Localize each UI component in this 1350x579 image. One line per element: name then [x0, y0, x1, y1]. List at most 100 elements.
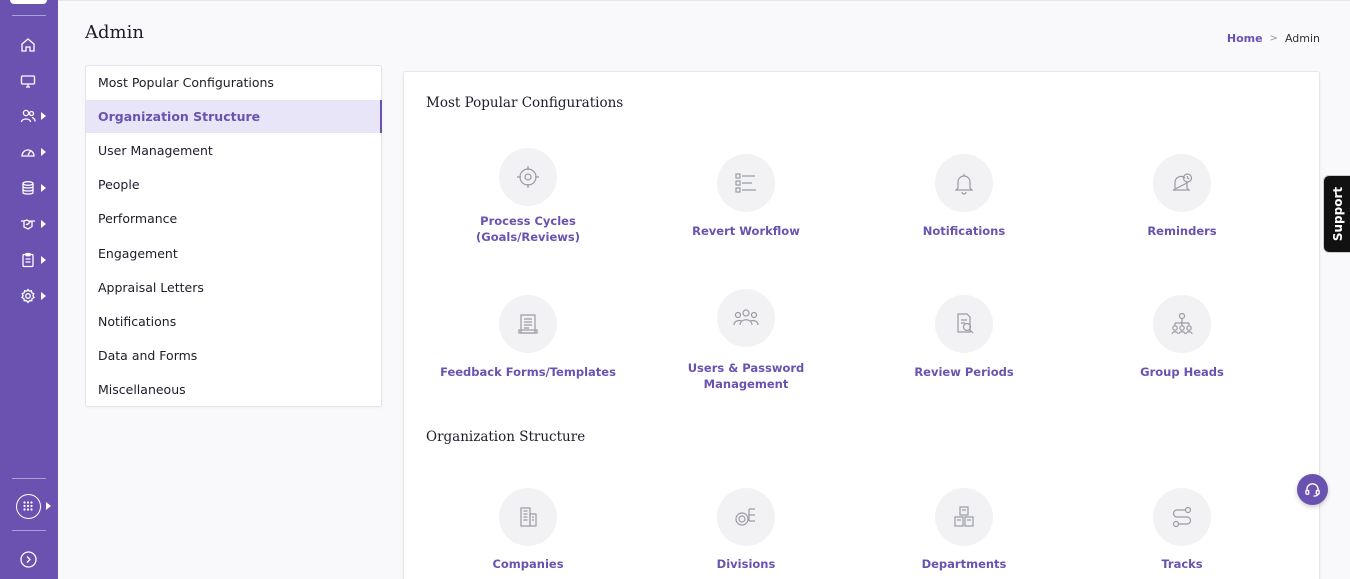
tile-icon-circle [717, 154, 775, 212]
tile-label-line1: Process Cycles [480, 214, 576, 228]
hierarchy-icon [1171, 312, 1193, 335]
rail-database[interactable] [0, 173, 58, 203]
tile-icon-circle [717, 488, 775, 546]
expand-caret-icon [41, 184, 46, 192]
tile-label: Group Heads [1140, 365, 1224, 379]
tile-icon-circle [499, 488, 557, 546]
rail-divider [12, 530, 46, 531]
tile-divisions[interactable]: Divisions [646, 488, 846, 578]
review-document-icon [957, 313, 974, 334]
breadcrumb-home-link[interactable]: Home [1227, 32, 1263, 45]
bell-clock-icon [1172, 173, 1193, 191]
expand-caret-icon [41, 148, 46, 156]
support-tab[interactable]: Support [1323, 175, 1350, 253]
tile-review-periods[interactable]: Review Periods [864, 295, 1064, 385]
menu-item-notifications[interactable]: Notifications [86, 305, 382, 338]
tile-icon-circle [1153, 488, 1211, 546]
rail-monitor[interactable] [0, 66, 58, 96]
settings-gear-icon [21, 288, 35, 304]
menu-item-most-popular[interactable]: Most Popular Configurations [86, 66, 382, 99]
tile-label: Departments [921, 557, 1007, 571]
menu-item-people[interactable]: People [86, 168, 382, 201]
tile-label: Notifications [922, 224, 1006, 238]
section-title-organization-structure: Organization Structure [426, 429, 586, 445]
rail-home[interactable] [0, 30, 58, 60]
tile-group-heads[interactable]: Group Heads [1082, 295, 1282, 385]
tile-departments[interactable]: Departments [864, 488, 1064, 578]
support-tab-label: Support [1331, 186, 1346, 242]
grid-apps-icon [23, 501, 33, 511]
apps-launcher-button[interactable] [16, 494, 41, 519]
rail-clipboard[interactable] [0, 245, 58, 275]
menu-item-engagement[interactable]: Engagement [86, 237, 382, 270]
tile-icon-circle [935, 295, 993, 353]
tile-icon-circle [717, 289, 775, 347]
cycle-icon [517, 166, 539, 188]
form-template-icon [518, 314, 538, 334]
menu-item-miscellaneous[interactable]: Miscellaneous [86, 373, 382, 406]
expand-caret-icon [46, 502, 51, 510]
rail-users[interactable] [0, 101, 58, 131]
top-divider [58, 0, 1350, 1]
building-icon [520, 507, 537, 527]
app-logo[interactable] [10, 0, 47, 4]
expand-sidebar-icon[interactable] [20, 551, 37, 568]
menu-item-performance[interactable]: Performance [86, 202, 382, 235]
tile-feedback-forms[interactable]: Feedback Forms/Templates [428, 295, 628, 385]
configuration-card: Most Popular Configurations Process Cycl… [403, 71, 1320, 579]
tile-tracks[interactable]: Tracks [1082, 488, 1282, 578]
database-icon [22, 181, 34, 195]
page-title: Admin [85, 22, 144, 43]
tile-icon-circle [935, 488, 993, 546]
tile-companies[interactable]: Companies [428, 488, 628, 578]
tile-label-line2: Management [703, 377, 789, 391]
breadcrumb-current: Admin [1284, 32, 1320, 45]
track-path-icon [1172, 506, 1192, 528]
expand-caret-icon [41, 292, 46, 300]
tile-icon-circle [1153, 295, 1211, 353]
clipboard-icon [22, 252, 34, 268]
users-group-icon [733, 309, 759, 326]
breadcrumb: Home > Admin [1227, 32, 1320, 45]
tile-label: Divisions [716, 557, 776, 571]
menu-item-organization-structure[interactable]: Organization Structure [86, 100, 382, 133]
bell-icon [954, 174, 974, 195]
rail-dashboard[interactable] [0, 137, 58, 167]
tile-label: Tracks [1161, 557, 1203, 571]
tile-revert-workflow[interactable]: Revert Workflow [646, 154, 846, 244]
tile-reminders[interactable]: Reminders [1082, 154, 1282, 244]
menu-item-user-management[interactable]: User Management [86, 134, 382, 167]
tile-icon-circle [499, 295, 557, 353]
expand-caret-icon [41, 256, 46, 264]
help-chat-button[interactable] [1297, 474, 1328, 505]
expand-caret-icon [41, 112, 46, 120]
expand-caret-icon [41, 220, 46, 228]
tile-users-password[interactable]: Users & Password Management [646, 289, 846, 391]
headset-icon [1305, 483, 1320, 497]
tile-icon-circle [499, 148, 557, 206]
tile-icon-circle [1153, 154, 1211, 212]
tile-label-line1: Users & Password [687, 361, 805, 375]
dashboard-gauge-icon [21, 149, 35, 157]
breadcrumb-separator: > [1269, 33, 1278, 44]
users-icon [20, 109, 36, 123]
tile-label: Feedback Forms/Templates [440, 365, 616, 379]
menu-item-data-and-forms[interactable]: Data and Forms [86, 339, 382, 372]
tile-label: Revert Workflow [692, 224, 800, 238]
rail-divider [12, 15, 46, 16]
section-title-most-popular: Most Popular Configurations [426, 95, 624, 111]
tile-notifications[interactable]: Notifications [864, 154, 1064, 244]
tile-label-line2: (Goals/Reviews) [476, 230, 580, 244]
workflow-icon [735, 173, 756, 193]
tile-process-cycles[interactable]: Process Cycles (Goals/Reviews) [428, 148, 628, 248]
handshake-icon [21, 219, 35, 230]
tile-label: Companies [492, 557, 564, 571]
rail-divider [12, 478, 46, 479]
home-icon [21, 38, 35, 52]
left-nav-rail [0, 0, 58, 579]
rail-settings[interactable] [0, 281, 58, 311]
menu-item-appraisal-letters[interactable]: Appraisal Letters [86, 271, 382, 304]
rail-handshake[interactable] [0, 209, 58, 239]
gear-tree-icon [735, 508, 755, 526]
monitor-icon [20, 75, 36, 88]
